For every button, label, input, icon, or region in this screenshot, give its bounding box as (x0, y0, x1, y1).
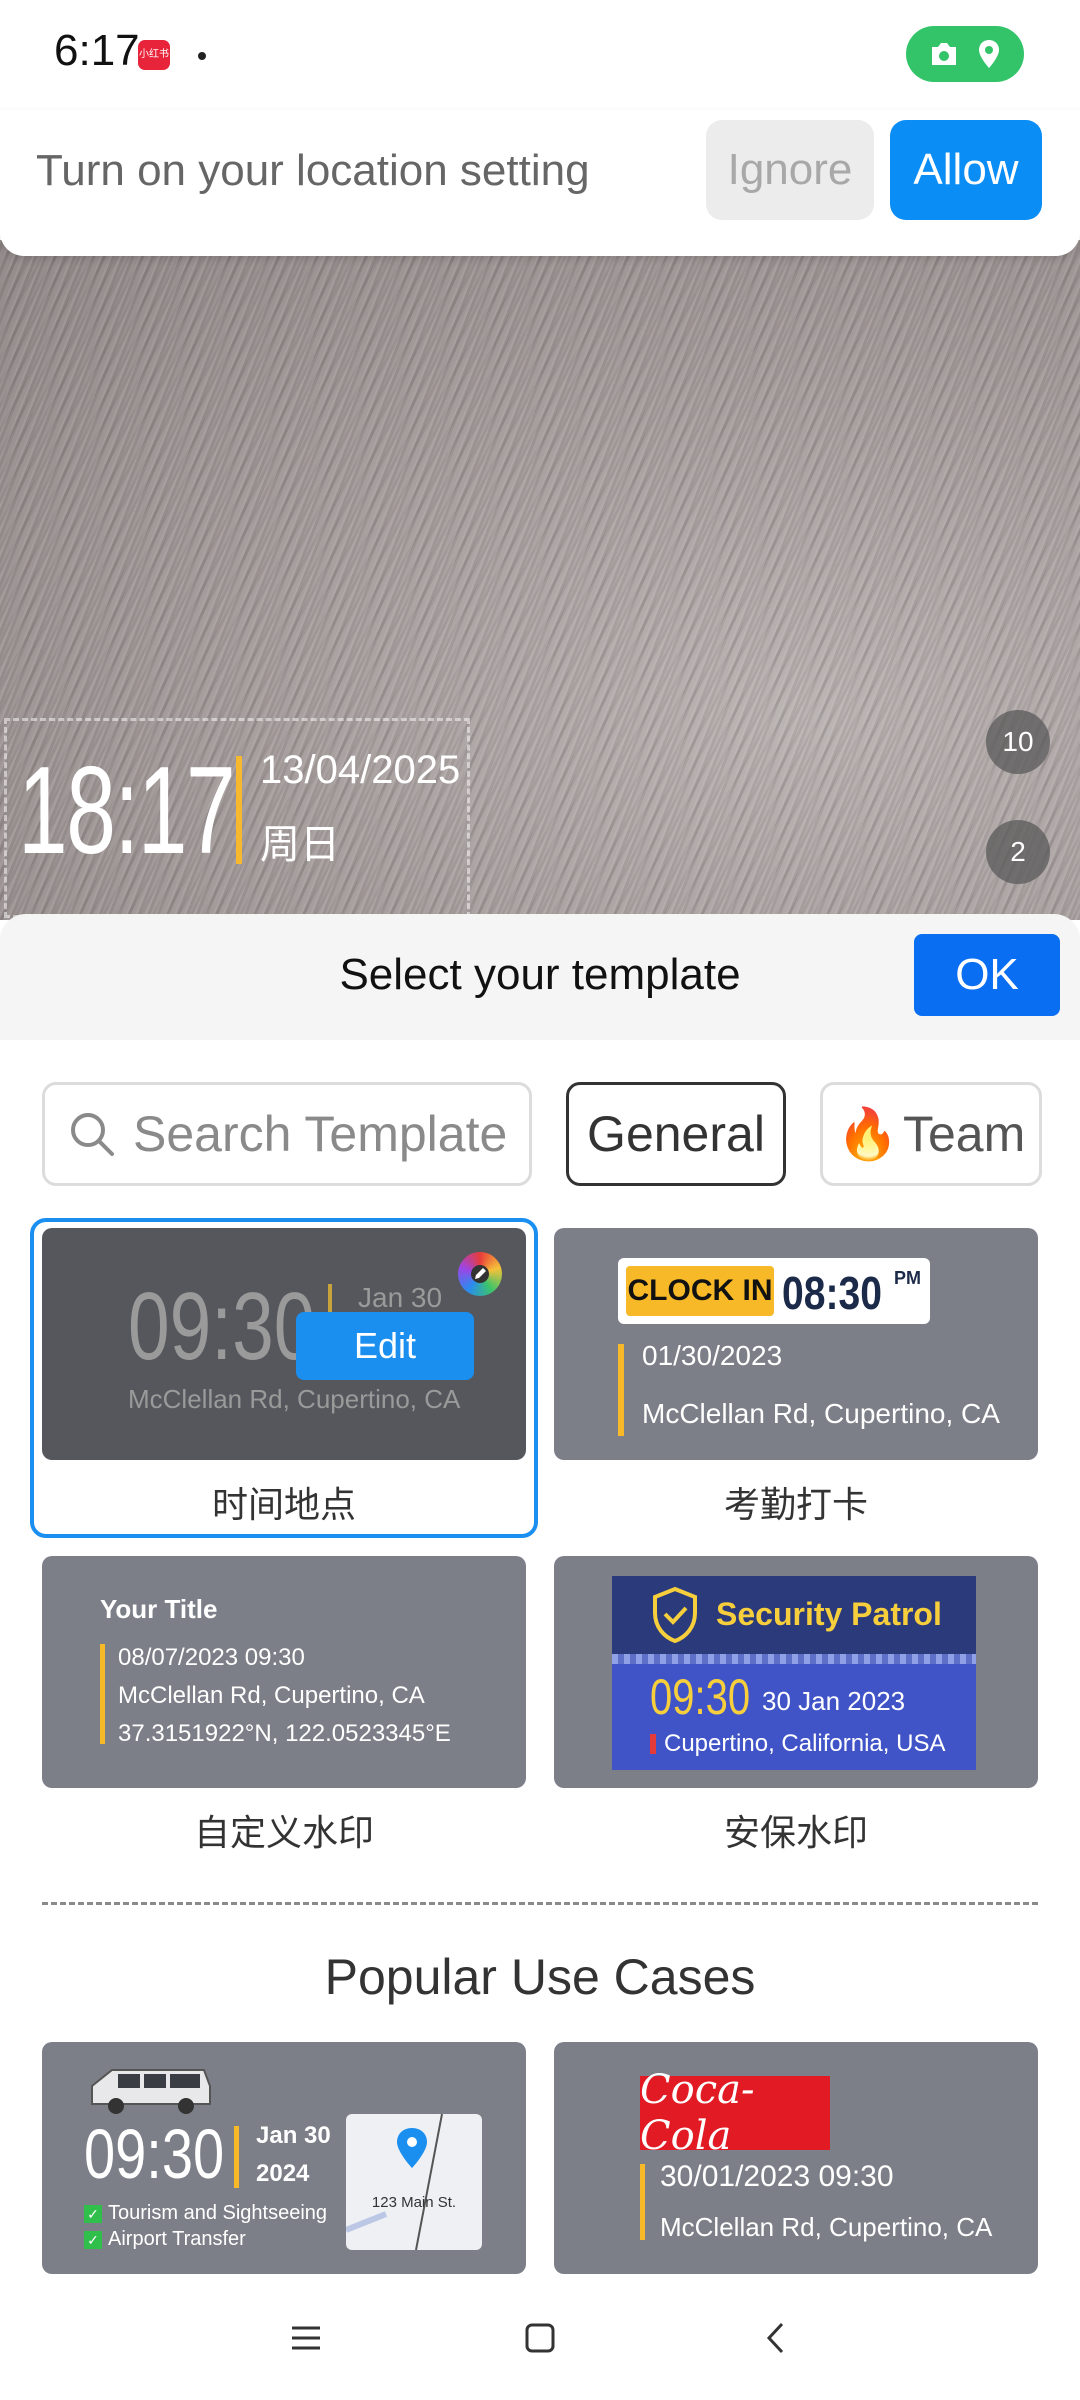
count-badge[interactable]: 2 (986, 820, 1050, 884)
section-divider (42, 1902, 1038, 1905)
template-address: McClellan Rd, Cupertino, CA (660, 2212, 993, 2242)
popular-card-tourism[interactable]: 09:30 Jan 30 2024 ✓ Tourism and Sightsee… (42, 2042, 526, 2274)
search-field[interactable] (42, 1082, 532, 1186)
template-date: Jan 30 (358, 1282, 443, 1313)
checklist-item: ✓ Tourism and Sightseeing (84, 2202, 327, 2225)
template-divider (234, 2126, 239, 2188)
template-date: 01/30/2023 (642, 1340, 783, 1371)
security-body: 09:30 30 Jan 2023 Cupertino, California,… (612, 1664, 976, 1770)
van-icon (91, 2069, 211, 2114)
shield-check-icon (653, 1586, 697, 1644)
map-roads (346, 2114, 443, 2250)
tab-general[interactable]: General (566, 1082, 786, 1186)
fire-icon: 🔥 (836, 1105, 899, 1162)
template-sheet-header: Select your template OK (0, 914, 1080, 1040)
privacy-indicator[interactable] (906, 26, 1024, 82)
popular-card-brand[interactable]: Coca-Cola 30/01/2023 09:30 McClellan Rd,… (554, 2042, 1038, 2274)
template-time: 09:30 (650, 1669, 751, 1725)
search-icon (71, 1113, 114, 1156)
map-street-label: 123 Main St. (371, 2194, 457, 2211)
template-card-custom[interactable]: Your Title 08/07/2023 09:30 McClellan Rd… (42, 1556, 526, 1788)
app-notification-icon: 小红书 (138, 40, 170, 70)
popular-title: Popular Use Cases (324, 1949, 756, 2005)
ok-button[interactable]: OK (914, 934, 1060, 1016)
template-divider (618, 1344, 624, 1436)
checklist-label: Airport Transfer (108, 2228, 246, 2250)
tab-team[interactable]: 🔥 Team (820, 1082, 1042, 1186)
location-marker-icon (650, 1734, 656, 1754)
location-icon (979, 40, 999, 68)
template-year: 2024 (256, 2160, 310, 2187)
edit-pen-icon[interactable] (458, 1252, 502, 1296)
security-header: Security Patrol (612, 1576, 976, 1654)
template-time: 09:30 (84, 2115, 225, 2193)
watermark-divider (236, 756, 242, 864)
coca-cola-logo: Coca-Cola (640, 2067, 830, 2159)
menu-icon[interactable] (274, 2306, 338, 2370)
timer-badge[interactable]: 10 (986, 710, 1050, 774)
back-icon[interactable] (744, 2306, 808, 2370)
template-label: 安保水印 (723, 1812, 868, 1853)
template-coordinates: 37.3151922°N, 122.0523345°E (118, 1720, 451, 1747)
system-nav-bar (0, 2276, 1080, 2400)
template-card-security[interactable]: Security Patrol 09:30 30 Jan 2023 Cupert… (554, 1556, 1038, 1788)
checklist-item: ✓ Airport Transfer (84, 2228, 246, 2251)
template-divider (640, 2164, 645, 2240)
template-divider (100, 1644, 105, 1744)
template-time: 08:30 (782, 1267, 883, 1319)
security-stripe (612, 1654, 976, 1664)
status-bar: 6:17 小红书 (0, 0, 1080, 110)
checkbox-checked-icon: ✓ (84, 2204, 102, 2223)
template-datetime: 30/01/2023 09:30 (660, 2160, 894, 2193)
template-title: Your Title (100, 1594, 218, 1624)
ignore-button[interactable]: Ignore (706, 120, 874, 220)
template-date: 30 Jan 2023 (762, 1686, 906, 1716)
map-thumbnail: 123 Main St. (346, 2114, 482, 2250)
location-message: Turn on your location setting (36, 146, 590, 195)
camera-preview[interactable]: 18:17 13/04/2025 周日 10 2 (0, 240, 1080, 920)
search-input[interactable] (133, 1105, 523, 1163)
home-icon[interactable] (508, 2306, 572, 2370)
watermark-date: 13/04/2025 (260, 748, 461, 792)
status-time: 6:17 (54, 26, 140, 75)
watermark-day: 周日 (260, 823, 340, 867)
checkbox-checked-icon: ✓ (84, 2230, 102, 2249)
watermark-time: 18:17 (18, 742, 236, 880)
template-datetime: 08/07/2023 09:30 (118, 1644, 305, 1671)
template-label: 时间地点 (211, 1484, 356, 1525)
template-title: Security Patrol (716, 1596, 942, 1632)
template-label: 自定义水印 (193, 1812, 374, 1853)
allow-button[interactable]: Allow (890, 120, 1042, 220)
clock-in-panel: CLOCK IN 08:30 PM (618, 1258, 930, 1324)
edit-button[interactable]: Edit (296, 1312, 474, 1380)
location-banner: Turn on your location setting Ignore All… (0, 110, 1080, 256)
template-card-clock-in[interactable]: CLOCK IN 08:30 PM 01/30/2023 McClellan R… (554, 1228, 1038, 1460)
camera-icon (932, 43, 956, 65)
clock-in-badge: CLOCK IN (626, 1266, 774, 1316)
template-location: Cupertino, California, USA (664, 1730, 946, 1757)
template-card-time-location[interactable]: 09:30 Jan 30 McClellan Rd, Cupertino, CA… (42, 1228, 526, 1460)
template-address: McClellan Rd, Cupertino, CA (118, 1682, 425, 1709)
template-ampm: PM (894, 1268, 921, 1288)
template-time: 09:30 (128, 1273, 316, 1380)
template-address: McClellan Rd, Cupertino, CA (128, 1384, 461, 1414)
tab-team-label: Team (903, 1106, 1026, 1162)
checklist-label: Tourism and Sightseeing (108, 2202, 328, 2224)
template-address: McClellan Rd, Cupertino, CA (642, 1398, 1000, 1429)
template-date: Jan 30 (256, 2122, 331, 2149)
template-label: 考勤打卡 (723, 1484, 868, 1525)
notification-dot-icon (198, 52, 206, 60)
